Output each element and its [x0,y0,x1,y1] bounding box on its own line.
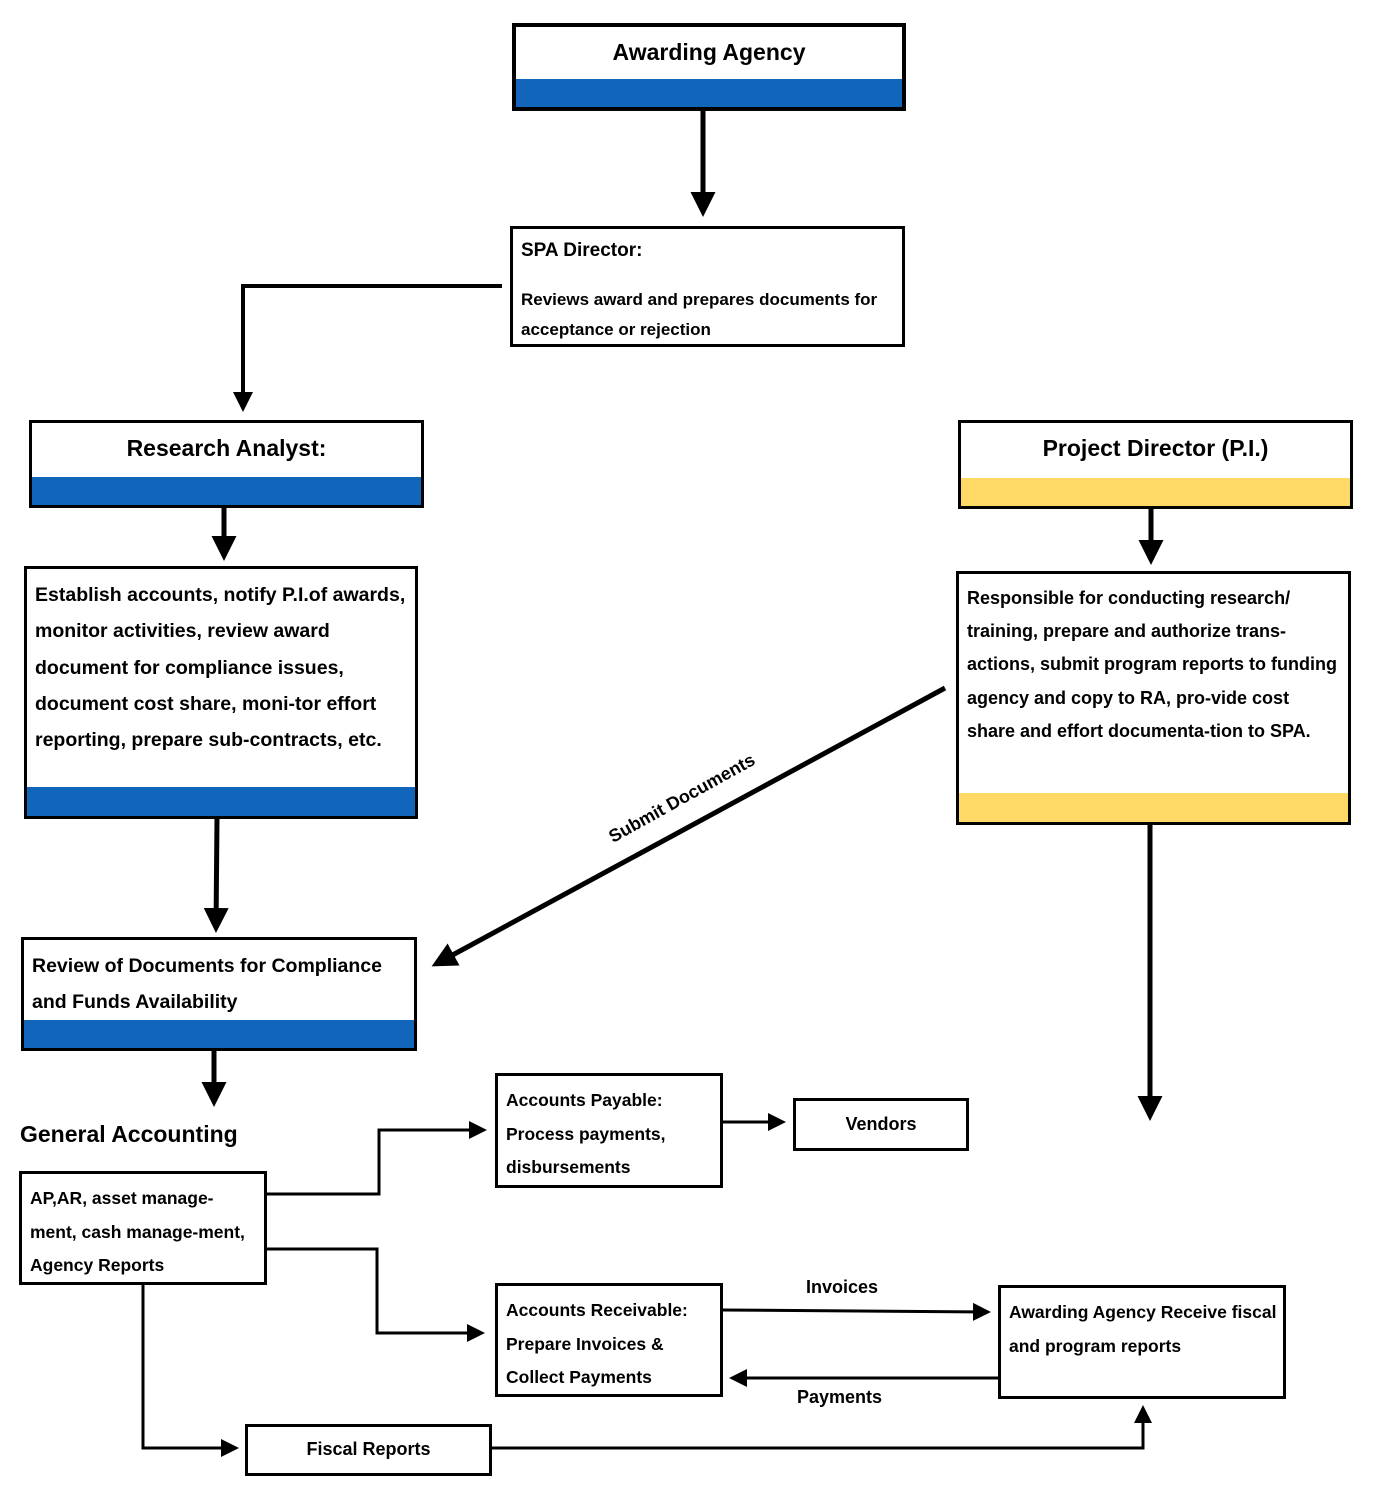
pi-duties-text: Responsible for conducting research/ tra… [967,588,1338,741]
spa-director-title: SPA Director: [521,240,643,261]
accounts-receivable-box: Accounts Receivable: Prepare Invoices & … [495,1283,723,1397]
yellow-band [961,478,1350,506]
accounts-receivable-text: Accounts Receivable: Prepare Invoices & … [506,1300,688,1387]
review-documents-box: Review of Documents for Compliance and F… [21,937,417,1051]
arrow-fiscal-to-agency [491,1405,1152,1450]
arrow-duties-to-review [203,817,229,933]
blue-band [516,79,902,107]
arrow-invoices [721,1302,991,1321]
awarding-agency-title: Awarding Agency [612,39,806,65]
awarding-agency-bottom-box: Awarding Agency Receive fiscal and progr… [998,1285,1286,1399]
awarding-agency-bottom-text: Awarding Agency Receive fiscal and progr… [1009,1302,1277,1356]
review-documents-text: Review of Documents for Compliance and F… [32,955,382,1013]
accounts-payable-box: Accounts Payable: Process payments, disb… [495,1073,723,1188]
general-accounting-box: AP,AR, asset manage-ment, cash manage-me… [19,1171,267,1285]
general-accounting-text: AP,AR, asset manage-ment, cash manage-me… [30,1188,245,1275]
arrow-submit-documents [431,685,947,967]
blue-band [24,1020,414,1048]
blue-band [27,787,415,816]
arrow-ga-to-ar [266,1247,485,1342]
ra-duties-box: Establish accounts, notify P.I.of awards… [24,566,418,819]
arrow-spa-to-ra [233,284,502,412]
payments-label: Payments [797,1387,883,1407]
spa-director-text: Reviews award and prepares documents for… [521,290,878,339]
fiscal-reports-box: Fiscal Reports [245,1424,492,1476]
vendors-box: Vendors [793,1098,969,1151]
fiscal-reports-title: Fiscal Reports [306,1439,431,1459]
blue-band [32,477,421,505]
accounts-payable-text: Accounts Payable: Process payments, disb… [506,1090,666,1177]
project-director-title: Project Director (P.I.) [1042,435,1269,461]
yellow-band [959,793,1348,822]
awarding-agency-top-box: Awarding Agency [512,23,906,111]
ra-duties-text: Establish accounts, notify P.I.of awards… [35,584,406,752]
vendors-title: Vendors [845,1114,917,1134]
pi-duties-box: Responsible for conducting research/ tra… [956,571,1351,825]
research-analyst-title: Research Analyst: [126,435,327,461]
invoices-label: Invoices [806,1277,879,1297]
spa-director-box: SPA Director: Reviews award and prepares… [510,226,905,347]
general-accounting-heading: General Accounting [20,1121,238,1147]
project-director-box: Project Director (P.I.) [958,420,1353,509]
arrow-ga-to-ap [266,1121,487,1196]
arrow-ga-to-fiscal [141,1284,239,1457]
research-analyst-box: Research Analyst: [29,420,424,508]
